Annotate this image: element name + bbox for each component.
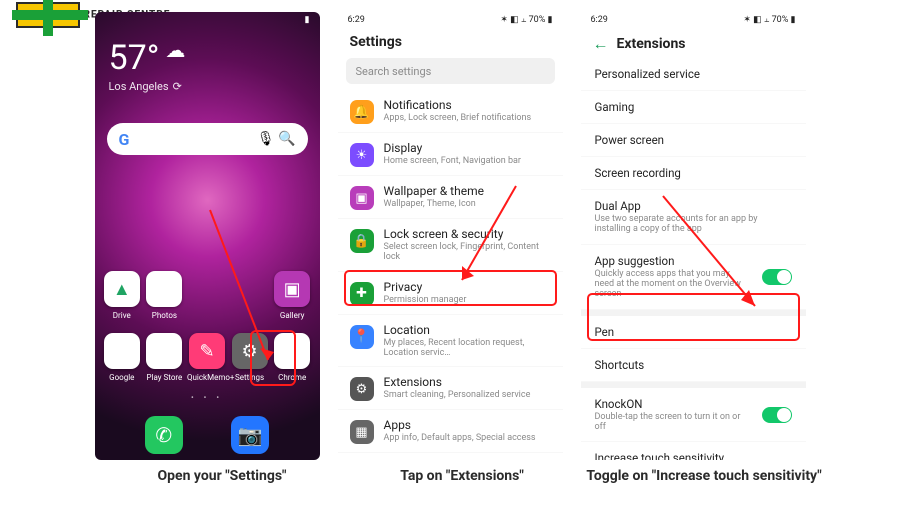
mic-icon[interactable]: 🎙 🔍 (257, 131, 296, 147)
weather-temp[interactable]: 57°☁ (109, 38, 306, 78)
ext-item-power-screen[interactable]: Power screen (581, 124, 806, 157)
ext-item-dual-app[interactable]: Dual AppUse two separate accounts for an… (581, 190, 806, 245)
phone-home: ▮ 57°☁ Los Angeles⟳ G 🎙 🔍 ▲Drive✿Photos ▣… (95, 12, 320, 460)
google-logo-icon: G (119, 130, 130, 149)
weather-location[interactable]: Los Angeles⟳ (109, 80, 306, 93)
camera-app-icon[interactable]: 📷 (231, 416, 269, 454)
caption-step2: Tap on "Extensions" (342, 468, 582, 484)
ext-icon: ⚙ (350, 377, 374, 401)
wall-icon: ▣ (350, 186, 374, 210)
settings-item-display[interactable]: ☀DisplayHome screen, Font, Navigation ba… (338, 133, 563, 176)
ext-item-personalized-service[interactable]: Personalized service (581, 58, 806, 91)
settings-item-location[interactable]: 📍LocationMy places, Recent location requ… (338, 315, 563, 368)
app-memo[interactable]: ✎QuickMemo+ (187, 333, 227, 382)
extensions-header: ← Extensions (581, 28, 806, 58)
phone-extensions: 6:29✶ ◧ ⫠ 70% ▮ ← Extensions Personalize… (581, 12, 806, 460)
highlight-extensions (344, 270, 557, 306)
phone-settings: 6:29✶ ◧ ⫠ 70% ▮ Settings Search settings… (338, 12, 563, 460)
ext-item-increase-touch-sensitivity[interactable]: Increase touch sensitivityMake the scree… (581, 442, 806, 460)
app-photos[interactable]: ✿Photos (144, 271, 184, 320)
settings-search[interactable]: Search settings (346, 58, 555, 84)
dock: ✆ 📷 (95, 416, 320, 454)
toggle[interactable] (762, 407, 792, 423)
display-icon: ☀ (350, 143, 374, 167)
settings-item-extensions[interactable]: ⚙ExtensionsSmart cleaning, Personalized … (338, 367, 563, 410)
apps-icon: ▦ (350, 420, 374, 444)
settings-item-battery[interactable]: ▮BatteryBattery usage, Background restri… (338, 453, 563, 460)
settings-item-wallpaper-theme[interactable]: ▣Wallpaper & themeWallpaper, Theme, Icon (338, 176, 563, 219)
settings-item-apps[interactable]: ▦AppsApp info, Default apps, Special acc… (338, 410, 563, 453)
phone-app-icon[interactable]: ✆ (145, 416, 183, 454)
page-indicator: • • • (95, 393, 320, 402)
settings-item-notifications[interactable]: 🔔NotificationsApps, Lock screen, Brief n… (338, 90, 563, 133)
ext-item-knockon[interactable]: KnockONDouble-tap the screen to turn it … (581, 388, 806, 443)
caption-step3: Toggle on "Increase touch sensitivity" (584, 468, 824, 484)
refresh-icon[interactable]: ⟳ (173, 80, 182, 93)
toggle[interactable] (762, 269, 792, 285)
highlight-settings (250, 330, 296, 386)
status-bar: 6:29✶ ◧ ⫠ 70% ▮ (338, 12, 563, 28)
ext-item-screen-recording[interactable]: Screen recording (581, 157, 806, 190)
ext-item-gaming[interactable]: Gaming (581, 91, 806, 124)
settings-header: Settings (338, 28, 563, 54)
caption-step1: Open your "Settings" (102, 468, 342, 484)
ext-item-shortcuts[interactable]: Shortcuts (581, 349, 806, 382)
status-bar: ▮ (95, 12, 320, 28)
app-google[interactable]: GGoogle (102, 333, 142, 382)
highlight-increase-touch (587, 293, 800, 341)
status-bar: 6:29✶ ◧ ⫠ 70% ▮ (581, 12, 806, 28)
app-gallery[interactable]: ▣Gallery (272, 271, 312, 320)
app-drive[interactable]: ▲Drive (102, 271, 142, 320)
notif-icon: 🔔 (350, 100, 374, 124)
loc-icon: 📍 (350, 325, 374, 349)
lock-icon: 🔒 (350, 229, 374, 253)
google-search-bar[interactable]: G 🎙 🔍 (107, 123, 308, 155)
app-play[interactable]: ▶Play Store (144, 333, 184, 382)
settings-item-lock-screen-security[interactable]: 🔒Lock screen & securitySelect screen loc… (338, 219, 563, 272)
back-icon[interactable]: ← (593, 34, 609, 54)
cloud-icon: ☁ (165, 38, 185, 62)
